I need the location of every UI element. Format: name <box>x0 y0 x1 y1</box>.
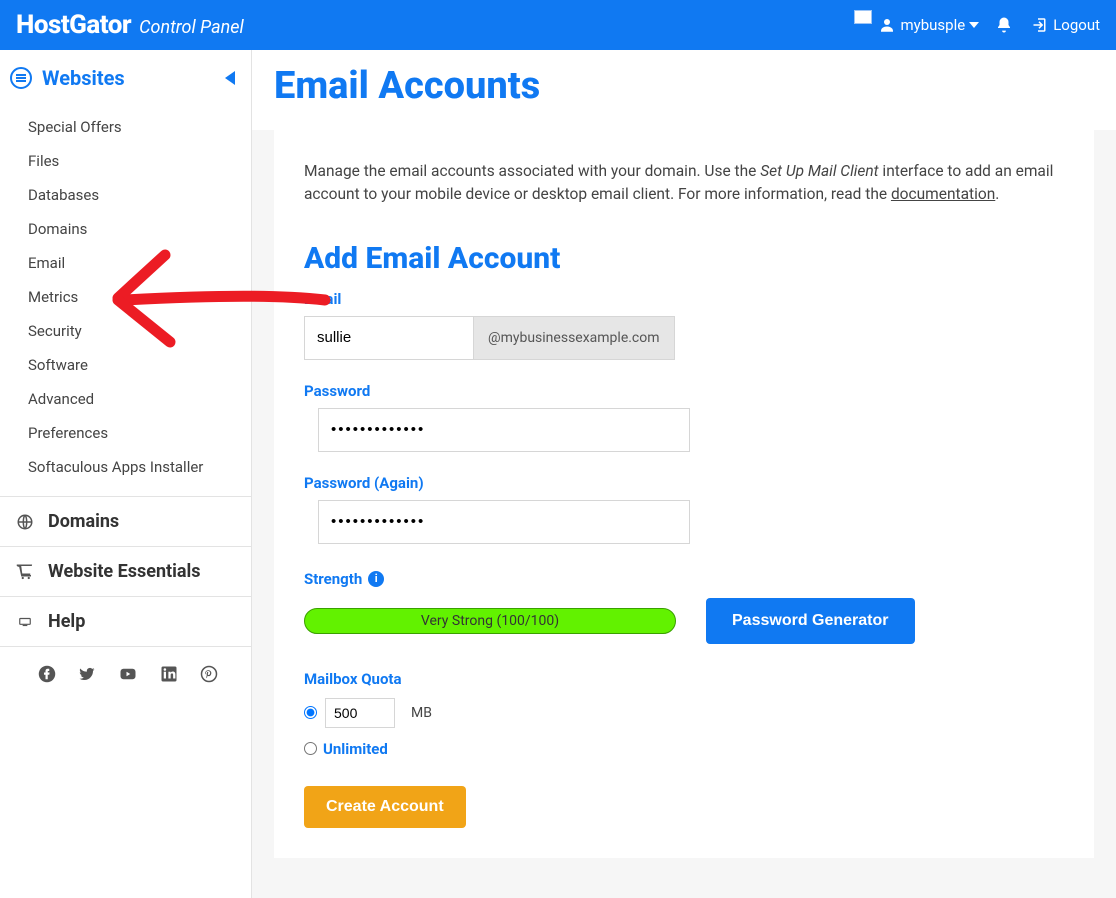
sidebar-items: Special Offers Files Databases Domains E… <box>0 106 251 496</box>
sidebar-section-essentials[interactable]: Website Essentials <box>0 546 251 596</box>
email-label: Email <box>304 290 1064 308</box>
social-row <box>0 646 251 701</box>
sidebar-item-security[interactable]: Security <box>0 314 251 348</box>
intro-text: Manage the email accounts associated wit… <box>304 160 1064 207</box>
twitter-icon[interactable] <box>78 665 96 683</box>
sidebar-section-help[interactable]: Help <box>0 596 251 646</box>
sidebar-item-metrics[interactable]: Metrics <box>0 280 251 314</box>
sidebar-title: Websites <box>42 66 125 90</box>
password2-input[interactable] <box>318 500 690 544</box>
sidebar-item-preferences[interactable]: Preferences <box>0 416 251 450</box>
intro-italic: Set Up Mail Client <box>760 162 878 180</box>
password2-label: Password (Again) <box>304 474 1064 492</box>
content-panel: Manage the email accounts associated wit… <box>274 130 1094 858</box>
collapse-sidebar-icon[interactable] <box>225 71 235 85</box>
topbar-right: mybusple Logout <box>854 16 1100 34</box>
help-icon <box>16 613 34 631</box>
info-icon[interactable]: i <box>368 571 384 587</box>
sidebar-item-domains[interactable]: Domains <box>0 212 251 246</box>
strength-meter: Very Strong (100/100) <box>304 608 676 634</box>
sidebar-item-advanced[interactable]: Advanced <box>0 382 251 416</box>
quota-unlimited-radio[interactable] <box>304 742 317 755</box>
page-title: Email Accounts <box>252 50 1116 130</box>
logout-icon <box>1029 16 1047 34</box>
sidebar-item-special-offers[interactable]: Special Offers <box>0 110 251 144</box>
sidebar-item-files[interactable]: Files <box>0 144 251 178</box>
email-local-input[interactable] <box>304 316 474 360</box>
caret-down-icon <box>969 20 979 30</box>
strength-label: Strength i <box>304 570 1064 588</box>
user-dropdown[interactable]: mybusple <box>878 16 979 34</box>
password-label: Password <box>304 382 1064 400</box>
quota-value-input[interactable] <box>325 698 395 728</box>
sidebar-item-databases[interactable]: Databases <box>0 178 251 212</box>
add-email-heading: Add Email Account <box>304 241 1064 276</box>
logout-label: Logout <box>1053 16 1100 34</box>
logo-subtitle: Control Panel <box>139 17 244 38</box>
sidebar-header: Websites <box>0 50 251 106</box>
cart-icon <box>16 563 34 581</box>
password-input[interactable] <box>318 408 690 452</box>
password-generator-button[interactable]: Password Generator <box>706 598 915 644</box>
username-label: mybusple <box>900 16 965 34</box>
linkedin-icon[interactable] <box>160 665 178 683</box>
main-content: Email Accounts Manage the email accounts… <box>252 50 1116 898</box>
globe-icon <box>16 513 34 531</box>
intro-post: . <box>995 185 999 203</box>
strength-label-text: Strength <box>304 570 362 588</box>
sidebar-item-softaculous[interactable]: Softaculous Apps Installer <box>0 450 251 484</box>
pinterest-icon[interactable] <box>200 665 218 683</box>
logout-button[interactable]: Logout <box>1029 16 1100 34</box>
logo-block: HostGator Control Panel <box>16 10 244 40</box>
create-account-button[interactable]: Create Account <box>304 786 466 828</box>
email-domain-label: @mybusinessexample.com <box>474 316 675 360</box>
logo-text: HostGator <box>16 10 131 40</box>
quota-fixed-radio[interactable] <box>304 706 317 719</box>
youtube-icon[interactable] <box>118 665 138 683</box>
unlimited-label: Unlimited <box>323 740 388 758</box>
documentation-link[interactable]: documentation <box>891 185 995 203</box>
intro-pre: Manage the email accounts associated wit… <box>304 162 760 180</box>
facebook-icon[interactable] <box>38 665 56 683</box>
sidebar: Websites Special Offers Files Databases … <box>0 50 252 898</box>
broken-image-icon <box>854 10 872 24</box>
quota-unit-label: MB <box>411 705 432 721</box>
quota-label: Mailbox Quota <box>304 670 1064 688</box>
bell-icon[interactable] <box>995 16 1013 34</box>
sidebar-section-label: Help <box>48 611 85 632</box>
top-navbar: HostGator Control Panel mybusple Logout <box>0 0 1116 50</box>
sidebar-item-email[interactable]: Email <box>0 246 251 280</box>
sidebar-section-label: Website Essentials <box>48 561 201 582</box>
sidebar-section-label: Domains <box>48 511 119 532</box>
sidebar-item-software[interactable]: Software <box>0 348 251 382</box>
menu-circle-icon <box>10 67 32 89</box>
user-icon <box>878 16 896 34</box>
sidebar-section-domains[interactable]: Domains <box>0 496 251 546</box>
